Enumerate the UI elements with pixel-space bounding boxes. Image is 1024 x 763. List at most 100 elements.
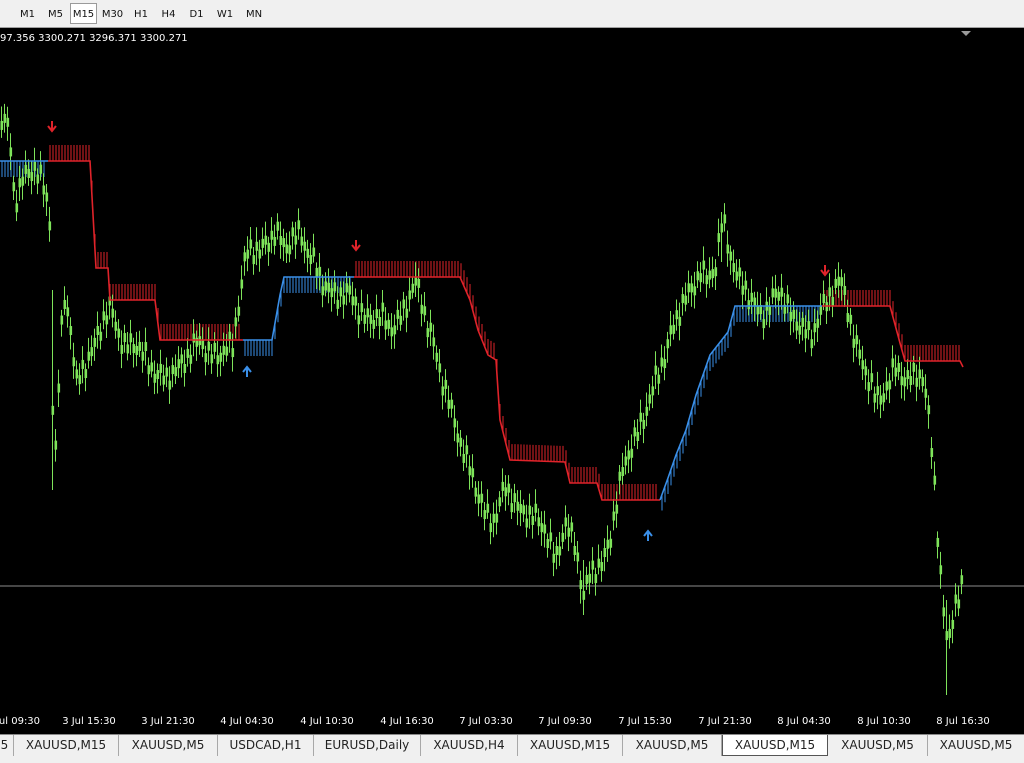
candle-body <box>390 327 394 337</box>
candle-body <box>351 296 355 306</box>
chart-tab[interactable]: XAUUSD,H4 <box>421 735 518 756</box>
timeframe-m1[interactable]: M1 <box>14 3 41 24</box>
candle-body <box>36 174 40 184</box>
candle-body <box>429 322 433 332</box>
chart-tab[interactable]: XAUUSD,M5 <box>119 735 218 756</box>
candle-body <box>729 251 733 261</box>
chart-tab[interactable]: XAUUSD,M15 <box>518 735 623 756</box>
candle-body <box>342 295 346 305</box>
candle-body <box>321 286 325 296</box>
candle-body <box>960 575 964 585</box>
candle-body <box>30 172 34 182</box>
candle-body <box>258 249 262 259</box>
candle-body <box>93 337 97 347</box>
candle-body <box>606 539 610 549</box>
candle-body <box>270 230 274 240</box>
candle-body <box>222 345 226 355</box>
chart-tabs-bar: 5 XAUUSD,M15 XAUUSD,M5 USDCAD,H1 EURUSD,… <box>0 734 1024 763</box>
candle-body <box>33 161 37 171</box>
price-candles <box>0 103 964 695</box>
chart-tab[interactable]: EURUSD,Daily <box>314 735 421 756</box>
down-trend-line <box>48 160 243 341</box>
candle-body <box>357 315 361 325</box>
candle-body <box>564 517 568 527</box>
candle-body <box>99 331 103 341</box>
candle-body <box>588 573 592 583</box>
timeframe-m15[interactable]: M15 <box>70 3 97 24</box>
chart-tab[interactable]: XAUUSD,M5 <box>928 735 1024 756</box>
chart-tab[interactable]: XAUUSD,M15 <box>14 735 119 756</box>
chart-tab[interactable]: 5 <box>0 735 14 756</box>
candle-body <box>897 362 901 372</box>
timeframe-mn[interactable]: MN <box>240 3 268 24</box>
candle-body <box>255 241 259 251</box>
candle-body <box>306 248 310 258</box>
candle-body <box>378 316 382 326</box>
candle-body <box>273 236 277 246</box>
candle-body <box>948 628 952 638</box>
candle-body <box>432 337 436 347</box>
sell-arrow-icon <box>351 240 361 252</box>
candle-body <box>168 380 172 390</box>
candle-body <box>936 537 940 547</box>
candle-body <box>264 235 268 245</box>
candle-body <box>426 328 430 338</box>
time-label: 8 Jul 16:30 <box>936 716 990 727</box>
candle-body <box>18 178 22 188</box>
candle-body <box>498 497 502 507</box>
candle-body <box>348 285 352 295</box>
candle-body <box>795 321 799 331</box>
candle-body <box>6 117 10 127</box>
candle-body <box>60 315 64 325</box>
candle-body <box>84 369 88 379</box>
candle-body <box>699 273 703 283</box>
candle-body <box>57 383 61 393</box>
candle-body <box>489 523 493 533</box>
chart-tab[interactable]: XAUUSD,M5 <box>623 735 722 756</box>
candle-body <box>612 511 616 521</box>
candle-body <box>162 375 166 385</box>
candle-body <box>90 347 94 357</box>
chart-tab[interactable]: USDCAD,H1 <box>218 735 314 756</box>
candle-body <box>786 294 790 304</box>
time-label: 7 Jul 21:30 <box>698 716 752 727</box>
candle-body <box>813 323 817 333</box>
candle-body <box>852 338 856 348</box>
candle-body <box>327 282 331 292</box>
candle-body <box>333 282 337 292</box>
candle-body <box>747 300 751 310</box>
price-chart-area[interactable] <box>0 28 1024 706</box>
timeframe-m30[interactable]: M30 <box>98 3 127 24</box>
candle-body <box>840 277 844 287</box>
candle-body <box>507 483 511 493</box>
candle-body <box>561 532 565 542</box>
candle-body <box>552 553 556 563</box>
chart-tab-active[interactable]: XAUUSD,M15 <box>722 735 828 756</box>
candle-body <box>873 393 877 403</box>
candle-body <box>126 344 130 354</box>
candle-body <box>228 331 232 341</box>
candle-body <box>780 287 784 297</box>
scroll-shift-marker-icon[interactable] <box>961 31 971 36</box>
timeframe-m5[interactable]: M5 <box>42 3 69 24</box>
candle-body <box>138 341 142 351</box>
candle-body <box>939 565 943 575</box>
candle-body <box>858 349 862 359</box>
timeframe-w1[interactable]: W1 <box>211 3 239 24</box>
candle-body <box>555 546 559 556</box>
candle-body <box>501 481 505 491</box>
timeframe-h1[interactable]: H1 <box>128 3 154 24</box>
candle-body <box>942 607 946 617</box>
candle-body <box>888 380 892 390</box>
candle-body <box>828 287 832 297</box>
timeframe-d1[interactable]: D1 <box>183 3 210 24</box>
candle-body <box>768 305 772 315</box>
candle-body <box>480 493 484 503</box>
candle-body <box>810 339 814 349</box>
candle-body <box>738 267 742 277</box>
chart-tab[interactable]: XAUUSD,M5 <box>828 735 928 756</box>
candle-body <box>627 450 631 460</box>
candle-body <box>570 522 574 532</box>
candle-body <box>132 344 136 354</box>
timeframe-h4[interactable]: H4 <box>155 3 182 24</box>
